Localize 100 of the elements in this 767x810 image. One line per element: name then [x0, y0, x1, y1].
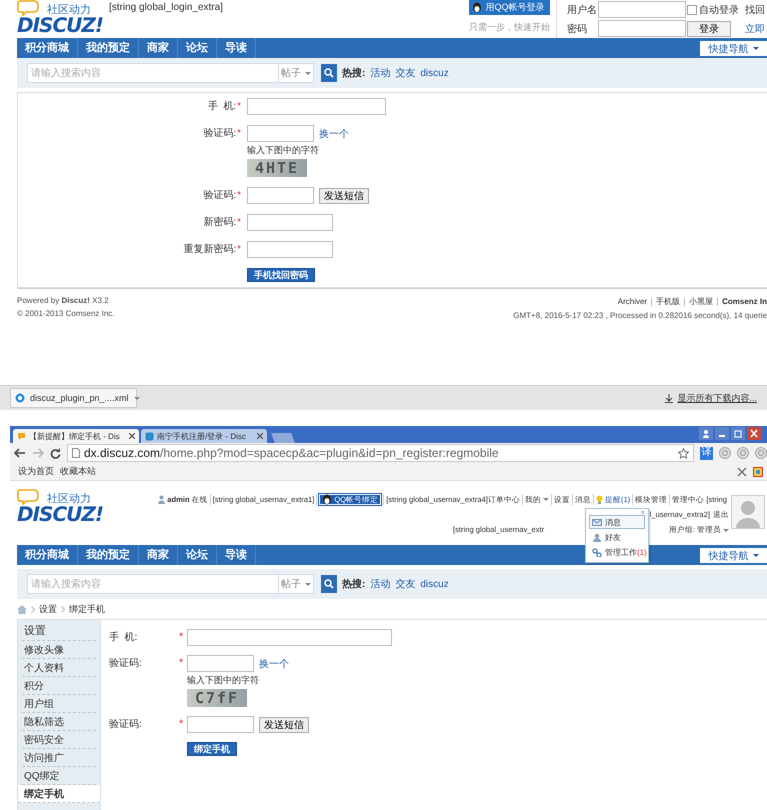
field-label: 手 机: — [208, 100, 236, 113]
search-button[interactable] — [321, 575, 337, 593]
bookmark-link[interactable]: 设为首页 — [18, 465, 54, 478]
footer-link[interactable]: Comsenz In — [722, 297, 767, 306]
qq-login-button[interactable]: 用QQ帐号登录 — [469, 0, 550, 15]
close-icon[interactable] — [129, 433, 135, 439]
address-field[interactable]: dx.discuz.com/home.php?mod=spacecp&ac=plugin&id=pn_register:regmobile — [67, 444, 694, 462]
quick-nav-button[interactable]: 快捷导航 — [700, 41, 767, 56]
phone-field[interactable] — [187, 629, 392, 646]
user-icon[interactable] — [699, 427, 713, 440]
search-field[interactable]: 请输入搜索内容 — [27, 63, 278, 83]
auto-login-checkbox[interactable] — [687, 4, 697, 14]
bookmark-link[interactable]: 收藏本站 — [60, 465, 96, 478]
sidebar-item[interactable]: 隐私筛选 — [22, 713, 96, 731]
browser-tab[interactable]: 【新提醒】绑定手机 - Dis — [13, 429, 139, 443]
hot-search-link[interactable]: 活动 — [370, 66, 390, 80]
send-sms-button[interactable]: 发送短信 — [319, 188, 369, 204]
required-mark: * — [179, 630, 184, 645]
sidebar-item[interactable]: 密码安全 — [22, 731, 96, 749]
reload-icon[interactable] — [50, 448, 61, 458]
page-icon — [145, 432, 154, 440]
field-label: 验证码: — [109, 657, 142, 671]
field-label: 手 机: — [109, 630, 138, 645]
captcha-field[interactable] — [187, 655, 254, 672]
minimize-icon[interactable] — [715, 427, 729, 440]
menu-item[interactable]: 管理工作(1) — [589, 545, 645, 559]
nav-link[interactable]: 商家 — [139, 545, 178, 565]
footer-link[interactable]: Archiver — [618, 297, 648, 306]
translate-button[interactable]: 译 — [700, 446, 713, 460]
hot-search-link[interactable]: discuz — [420, 68, 449, 78]
search-icon — [324, 579, 334, 589]
password-field[interactable] — [247, 214, 333, 231]
qq-login-note: 只需一步，快速开始 — [469, 21, 550, 34]
close-icon[interactable] — [257, 433, 263, 439]
register-link[interactable]: 立即 — [745, 22, 767, 36]
menu-item[interactable]: 消息 — [589, 515, 645, 529]
hot-search-link[interactable]: 活动 — [370, 577, 390, 591]
person-icon — [592, 532, 602, 542]
close-icon[interactable] — [747, 427, 761, 440]
footer-link[interactable]: 手机版 — [656, 296, 680, 307]
copyright-text: © 2001-2013 Comsenz Inc. — [17, 309, 115, 318]
caret-icon — [723, 528, 729, 532]
breadcrumb-link[interactable]: 绑定手机 — [69, 602, 105, 616]
hot-search-link[interactable]: discuz — [420, 578, 449, 590]
hot-search-link[interactable]: 交友 — [395, 66, 416, 80]
password-field[interactable] — [598, 20, 686, 37]
restore-icon[interactable] — [731, 427, 745, 440]
refresh-captcha-link[interactable]: 换一个 — [319, 126, 349, 140]
back-icon[interactable] — [14, 448, 26, 458]
sidebar-item[interactable]: 绑定手机 — [18, 785, 100, 803]
field-label: 重复新密码: — [183, 242, 236, 256]
footer-link[interactable]: 小黑屋 — [689, 296, 714, 307]
breadcrumb-link[interactable]: 设置 — [39, 602, 57, 616]
sidebar-item[interactable]: 个人资料 — [22, 659, 96, 677]
phone-field[interactable] — [247, 98, 386, 115]
home-icon[interactable] — [17, 604, 27, 614]
caret-icon — [305, 72, 311, 74]
login-button[interactable]: 登录 — [687, 20, 731, 36]
sidebar-item[interactable]: 访问推广 — [22, 749, 96, 767]
nav-link[interactable]: 导读 — [217, 545, 256, 565]
sms-code-field[interactable] — [247, 187, 314, 204]
required-mark: * — [179, 656, 184, 671]
sidebar-item[interactable]: 积分 — [22, 677, 96, 695]
sidebar-item[interactable]: 修改头像 — [22, 641, 96, 659]
browser-tab[interactable]: 南宁手机注册/登录 - Disc — [141, 429, 267, 443]
new-tab-button[interactable] — [271, 433, 295, 443]
star-icon[interactable] — [678, 448, 689, 458]
show-all-downloads-link[interactable]: 显示所有下载内容... — [665, 392, 757, 404]
password-label: 密码 — [567, 22, 588, 36]
quick-nav-button[interactable]: 快捷导航 — [700, 548, 767, 563]
send-sms-button[interactable]: 发送短信 — [259, 716, 309, 732]
search-scope-dropdown[interactable]: 帖子 — [278, 574, 314, 594]
download-item[interactable]: discuz_plugin_pn_....xml — [10, 388, 137, 408]
username-field[interactable] — [598, 1, 686, 18]
logo-wordmark[interactable]: DISCUZ! — [17, 505, 103, 524]
submit-button[interactable]: 绑定手机 — [187, 742, 237, 756]
hot-search-link[interactable]: 交友 — [395, 577, 416, 591]
nav-link[interactable]: 论坛 — [178, 545, 217, 565]
captcha-hint: 输入下图中的字符 — [187, 674, 260, 687]
nav-link[interactable]: 积分商城 — [17, 545, 78, 565]
extension-icon[interactable] — [737, 447, 749, 459]
forgot-password-link[interactable]: 找回 — [745, 2, 767, 16]
menu-item[interactable]: 好友 — [589, 530, 645, 544]
captcha-field[interactable] — [247, 125, 314, 142]
sms-code-field[interactable] — [187, 716, 254, 733]
submit-button[interactable]: 手机找回密码 — [247, 268, 315, 282]
forward-icon[interactable] — [32, 448, 44, 458]
search-scope-dropdown[interactable]: 帖子 — [278, 63, 314, 83]
search-field[interactable]: 请输入搜索内容 — [27, 574, 278, 594]
password-field[interactable] — [247, 241, 333, 258]
nav-link[interactable]: 我的预定 — [78, 545, 139, 565]
caret-icon — [305, 582, 311, 586]
logo-wordmark[interactable]: DISCUZ! — [17, 16, 103, 35]
palette-icon[interactable] — [753, 466, 763, 476]
required-mark: * — [237, 244, 241, 254]
extension-icon[interactable] — [755, 447, 767, 459]
sidebar-item[interactable]: 用户组 — [22, 695, 96, 713]
search-button[interactable] — [321, 64, 337, 82]
refresh-captcha-link[interactable]: 换一个 — [259, 656, 289, 670]
extension-icon[interactable] — [719, 447, 731, 459]
